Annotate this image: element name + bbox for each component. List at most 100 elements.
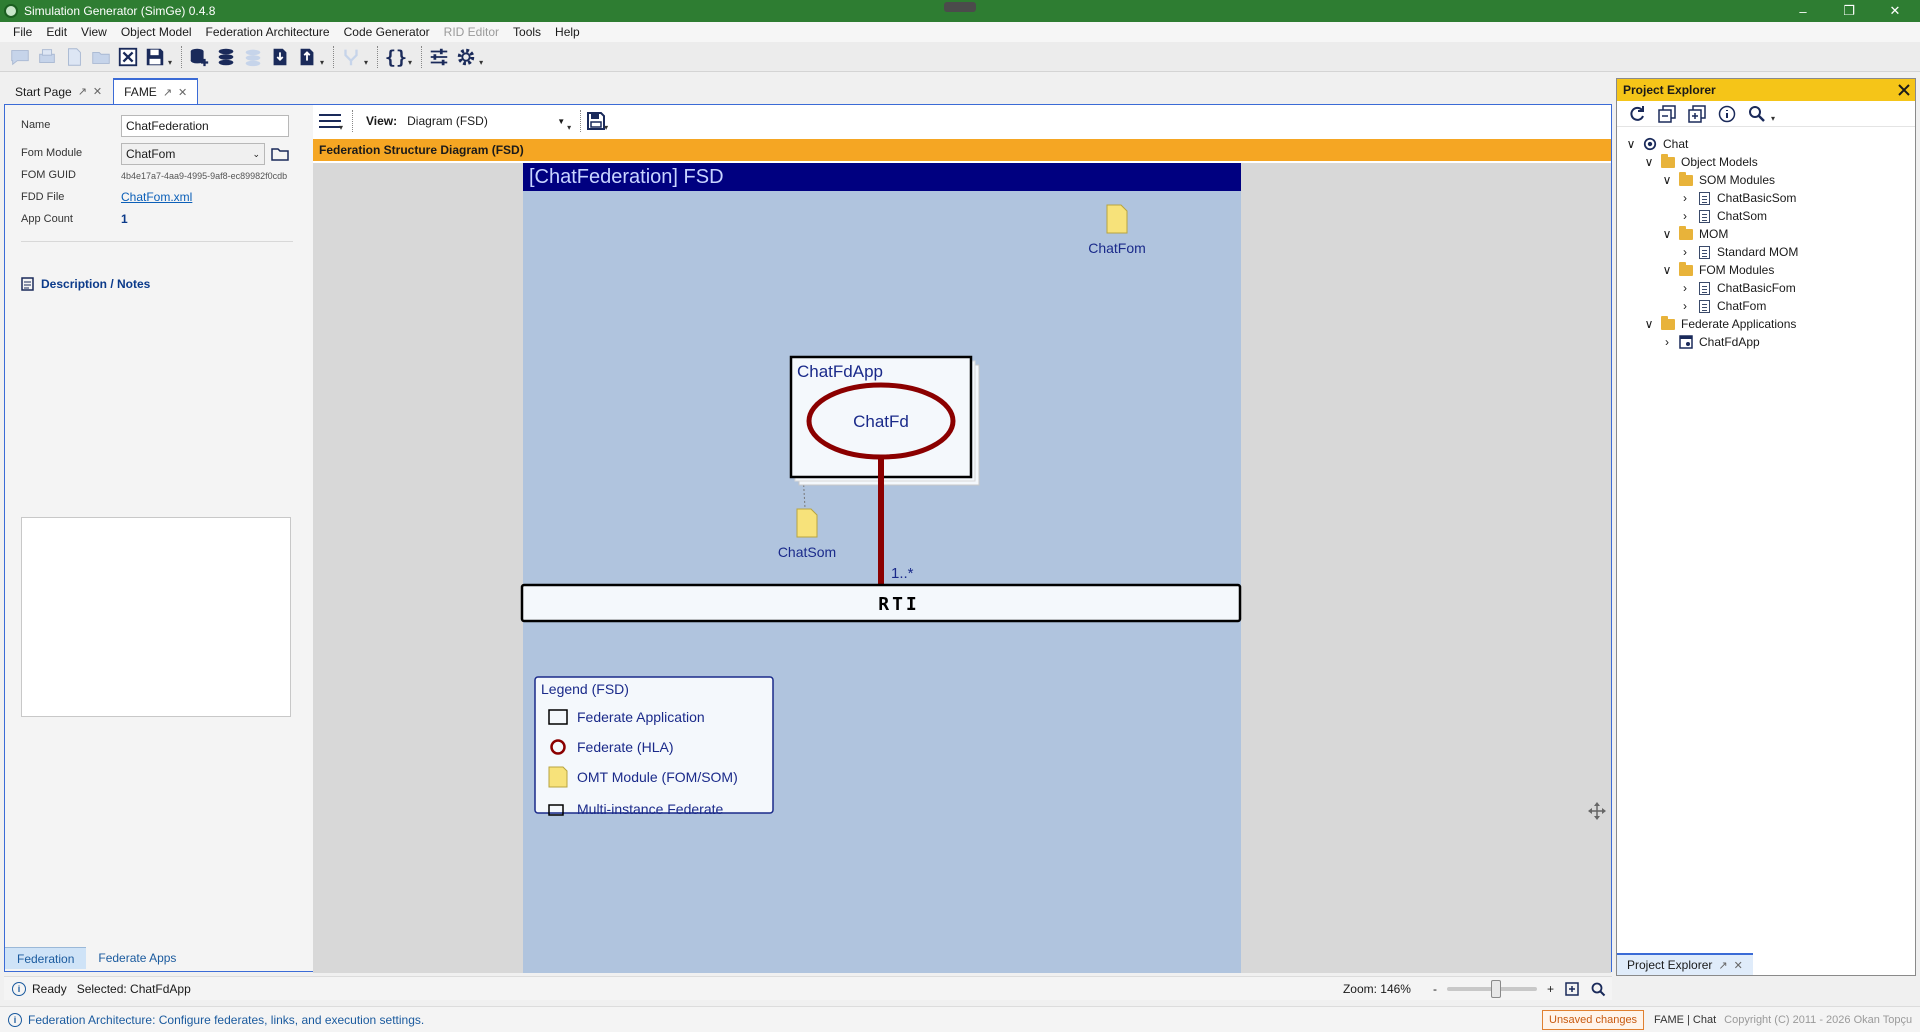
toolbar-separator [377,45,379,68]
menu-edit[interactable]: Edit [39,25,74,39]
project-explorer-header: Project Explorer [1617,79,1915,101]
chevron-down-icon[interactable]: ∨ [1661,173,1673,187]
close-file-icon[interactable] [116,45,140,69]
database-stack-icon[interactable] [214,45,238,69]
branch-icon[interactable] [339,45,363,69]
export-dropdown-icon[interactable]: ▾ [320,58,324,67]
menu-dropdown-icon[interactable]: ▾ [339,123,343,132]
view-dropdown-icon[interactable]: ▾ [567,123,571,132]
rti-node[interactable]: RTI [520,583,1242,623]
menu-file[interactable]: File [6,25,39,39]
open-folder-icon[interactable] [89,45,113,69]
close-tab-icon[interactable]: ✕ [1734,959,1743,972]
tree-item[interactable]: ∨ Chat [1625,135,1689,153]
chevron-right-icon[interactable]: › [1679,281,1691,295]
browse-folder-icon[interactable] [271,145,289,163]
search-icon[interactable] [1747,104,1767,124]
chevron-down-icon[interactable]: ∨ [1643,317,1655,331]
tab-fame[interactable]: FAME ↗ ✕ [113,78,199,104]
settings-gear-icon[interactable] [454,45,478,69]
menu-rid-editor[interactable]: RID Editor [437,25,506,39]
pan-move-icon[interactable] [1588,802,1606,820]
info-circle-icon[interactable] [1717,104,1737,124]
chevron-down-icon[interactable]: ∨ [1625,137,1637,151]
refresh-icon[interactable] [1627,104,1647,124]
maximize-button[interactable]: ❐ [1826,0,1872,22]
tree-item[interactable]: › ChatFdApp [1661,333,1760,351]
chevron-right-icon[interactable]: › [1661,335,1673,349]
name-field[interactable]: ChatFederation [121,115,289,137]
tree-item[interactable]: ∨ SOM Modules [1661,171,1775,189]
tree-item[interactable]: › ChatFom [1679,297,1766,315]
chevron-right-icon[interactable]: › [1679,299,1691,313]
tree-item[interactable]: › Standard MOM [1679,243,1798,261]
hamburger-menu-icon[interactable] [319,112,341,130]
title-grip[interactable] [944,2,976,12]
view-select-value: Diagram (FSD) [407,114,488,128]
search-dropdown-icon[interactable]: ▾ [1771,114,1775,123]
tree-item[interactable]: › ChatBasicFom [1679,279,1796,297]
chevron-down-icon[interactable]: ∨ [1643,155,1655,169]
chevron-right-icon[interactable]: › [1679,209,1691,223]
chevron-down-icon[interactable]: ∨ [1661,263,1673,277]
save-diagram-dropdown-icon[interactable]: ▾ [604,123,608,132]
tree-item[interactable]: ∨ FOM Modules [1661,261,1774,279]
menu-object-model[interactable]: Object Model [114,25,199,39]
chevron-down-icon[interactable]: ∨ [1661,227,1673,241]
popout-icon[interactable]: ↗ [163,86,172,99]
popout-icon[interactable]: ↗ [78,85,87,98]
menu-federation-architecture[interactable]: Federation Architecture [199,25,337,39]
menu-code-generator[interactable]: Code Generator [337,25,437,39]
code-braces-icon[interactable]: {} [383,45,407,69]
minimize-button[interactable]: – [1780,0,1826,22]
code-dropdown-icon[interactable]: ▾ [408,58,412,67]
close-window-button[interactable]: ✕ [1872,0,1918,22]
print-icon[interactable] [35,45,59,69]
tab-federation[interactable]: Federation [5,947,87,969]
tab-project-explorer[interactable]: Project Explorer ↗ ✕ [1617,953,1753,975]
chevron-right-icon[interactable]: › [1679,191,1691,205]
save-dropdown-icon[interactable]: ▾ [168,58,172,67]
new-file-icon[interactable] [62,45,86,69]
database-disabled-icon[interactable] [241,45,265,69]
export-icon[interactable] [295,45,319,69]
tree-item[interactable]: › ChatBasicSom [1679,189,1796,207]
fit-to-window-icon[interactable] [1564,981,1580,997]
zoom-slider-thumb[interactable] [1490,980,1501,998]
chat-icon[interactable] [8,45,32,69]
fdd-file-link[interactable]: ChatFom.xml [121,190,192,204]
menu-view[interactable]: View [74,25,114,39]
add-database-icon[interactable] [187,45,211,69]
collapse-all-icon[interactable] [1657,104,1677,124]
settings-dropdown-icon[interactable]: ▾ [479,58,483,67]
popout-icon[interactable]: ↗ [1718,959,1727,972]
branch-dropdown-icon[interactable]: ▾ [364,58,368,67]
zoom-out-button[interactable]: - [1433,982,1437,996]
tree-item[interactable]: ∨ MOM [1661,225,1728,243]
view-select[interactable]: Diagram (FSD) ▼ [403,111,569,131]
tab-federate-apps[interactable]: Federate Apps [86,947,188,969]
menu-help[interactable]: Help [548,25,587,39]
tree-item[interactable]: › ChatSom [1679,207,1767,225]
close-tab-icon[interactable]: ✕ [178,86,187,99]
notes-textarea[interactable] [21,517,291,717]
import-icon[interactable] [268,45,292,69]
fom-module-label: Fom Module [21,147,83,159]
chevron-right-icon[interactable]: › [1679,245,1691,259]
tab-start-page[interactable]: Start Page ↗ ✕ [4,78,113,104]
zoom-slider[interactable] [1446,980,1537,998]
zoom-in-button[interactable]: + [1547,982,1554,996]
menu-tools[interactable]: Tools [506,25,548,39]
save-diagram-icon[interactable] [586,111,606,131]
close-panel-icon[interactable] [1897,83,1911,97]
sliders-icon[interactable] [427,45,451,69]
tree-item[interactable]: ∨ Object Models [1643,153,1758,171]
diagram-canvas[interactable]: [ChatFederation] FSD ChatFom ChatFdApp C… [313,163,1611,973]
save-icon[interactable] [143,45,167,69]
expand-all-icon[interactable] [1687,104,1707,124]
magnifier-icon[interactable] [1590,981,1606,997]
description-notes-header[interactable]: Description / Notes [21,277,150,291]
fom-module-select[interactable]: ChatFom ⌄ [121,143,265,165]
close-tab-icon[interactable]: ✕ [93,85,102,98]
tree-item[interactable]: ∨ Federate Applications [1643,315,1796,333]
